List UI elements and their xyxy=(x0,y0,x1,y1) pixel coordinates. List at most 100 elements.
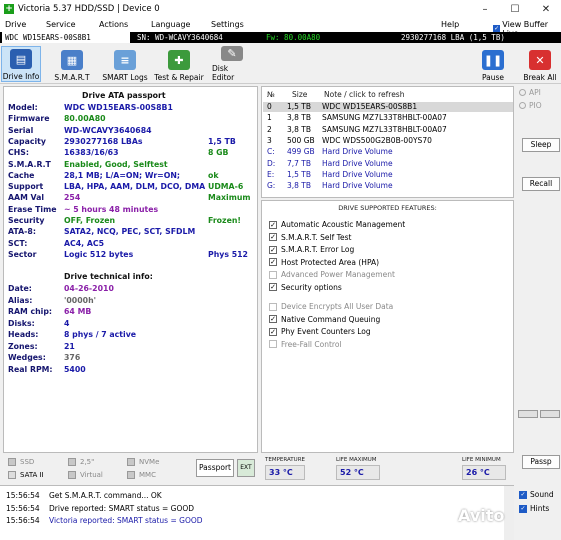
menu-help[interactable]: Help xyxy=(441,20,459,29)
feature-label: Device Encrypts All User Data xyxy=(281,302,394,311)
tech-row: Wedges: 376 xyxy=(4,352,257,363)
recall-button[interactable]: Recall xyxy=(522,177,560,191)
drive-info-button[interactable]: ▤ Drive Info xyxy=(1,46,41,82)
drive-note: Hard Drive Volume xyxy=(322,181,393,191)
passport-value: 254 xyxy=(64,193,81,203)
drive-row[interactable]: G: 3,8 TB Hard Drive Volume xyxy=(263,181,513,191)
sound-toggle[interactable]: ✓ Sound xyxy=(519,490,554,499)
tech-value: 5400 xyxy=(64,364,86,374)
indicator-icon xyxy=(68,471,76,479)
log-message: Victoria reported: SMART status = GOOD xyxy=(49,516,203,525)
col-num-header[interactable]: № xyxy=(267,90,275,100)
drive-row[interactable]: 1 3,8 TB SAMSUNG MZ7L33T8HBLT-00A07 xyxy=(263,113,513,123)
feature-checkbox[interactable]: ✓ Phy Event Counters Log xyxy=(269,326,371,337)
hints-toggle[interactable]: ✓ Hints xyxy=(519,504,549,513)
feature-checkbox[interactable]: Device Encrypts All User Data xyxy=(269,301,393,312)
passport-title-row: Drive ATA passport xyxy=(4,90,257,101)
tech-value: 8 phys / 7 active xyxy=(64,330,137,339)
feature-checkbox[interactable]: ✓ Host Protected Area (HPA) xyxy=(269,257,379,268)
passport-key: Serial xyxy=(8,125,34,135)
passport-row: Cache 28,1 MB; L/A=ON; Wr=ON; ok xyxy=(4,170,257,181)
feature-checkbox[interactable]: Advanced Power Management xyxy=(269,269,395,280)
passport-value: 28,1 MB; L/A=ON; Wr=ON; xyxy=(64,170,180,180)
drive-row[interactable]: 2 3,8 TB SAMSUNG MZ7L33T8HBLT-00A07 xyxy=(263,125,513,135)
feature-checkbox[interactable]: ✓ S.M.A.R.T. Self Test xyxy=(269,232,351,243)
checkbox-checked-icon: ✓ xyxy=(519,504,527,513)
ext-button[interactable]: EXT xyxy=(237,459,255,477)
slider-handle-right[interactable] xyxy=(540,410,560,418)
ata-passport-panel: Drive ATA passport Model: WDC WD15EARS-00… xyxy=(3,86,258,453)
maximize-button[interactable]: ☐ xyxy=(500,0,530,18)
smart-button[interactable]: ▦ S.M.A.R.T xyxy=(52,46,92,82)
menu-service[interactable]: Service xyxy=(46,20,76,29)
indicator-icon xyxy=(127,458,135,466)
passport-key: S.M.A.R.T xyxy=(8,159,51,169)
drive-info-icon: ▤ xyxy=(10,49,32,69)
checkbox-checked-icon: ✓ xyxy=(269,258,277,266)
log-time: 15:56:54 xyxy=(6,503,40,513)
menu-settings[interactable]: Settings xyxy=(211,20,244,29)
passport-key: AAM Val xyxy=(8,193,45,203)
minimize-button[interactable]: – xyxy=(470,0,500,18)
passport-value: Logic 512 bytes xyxy=(64,249,134,259)
tech-row: Real RPM: 5400 xyxy=(4,364,257,375)
menu-bar: Drive Service Actions Language Settings … xyxy=(0,18,561,38)
pio-radio[interactable]: PIO xyxy=(519,101,542,110)
drive-num: 1 xyxy=(267,113,272,123)
pause-button[interactable]: ❚❚ Pause xyxy=(477,46,509,82)
log-time: 15:56:54 xyxy=(6,516,40,525)
drive-note: Hard Drive Volume xyxy=(322,147,393,157)
drive-row[interactable]: D: 7,7 TB Hard Drive Volume xyxy=(263,159,513,169)
drive-row[interactable]: C: 499 GB Hard Drive Volume xyxy=(263,147,513,157)
drive-size: 3,8 TB xyxy=(287,181,312,191)
passport-extra: Phys 512 xyxy=(208,249,248,259)
passport-key: Security xyxy=(8,216,45,225)
tech-key: Wedges: xyxy=(8,353,46,362)
checkbox-checked-icon: ✓ xyxy=(269,315,277,323)
col-size-header[interactable]: Size xyxy=(292,90,307,100)
passport-key: SCT: xyxy=(8,238,28,248)
break-all-label: Break All xyxy=(523,73,557,82)
col-note-header[interactable]: Note / click to refresh xyxy=(324,90,404,100)
slider-handle-left[interactable] xyxy=(518,410,538,418)
features-panel: DRIVE SUPPORTED FEATURES: ✓ Automatic Aco… xyxy=(261,200,514,453)
feature-checkbox[interactable]: Free-Fall Control xyxy=(269,339,342,350)
indicator-icon xyxy=(8,458,16,466)
passport-extra: ok xyxy=(208,170,219,180)
log-scrollbar[interactable] xyxy=(504,486,514,540)
menu-language[interactable]: Language xyxy=(151,20,190,29)
smart-logs-button[interactable]: ≡ SMART Logs xyxy=(100,46,150,82)
passport-value: 80.00A80 xyxy=(64,114,106,124)
test-repair-button[interactable]: ✚ Test & Repair xyxy=(154,46,204,82)
menu-drive[interactable]: Drive xyxy=(5,20,26,29)
passport-row: Firmware 80.00A80 xyxy=(4,113,257,124)
device-lba: 2930277168 LBA (1,5 TB) xyxy=(401,33,505,42)
close-button[interactable]: ✕ xyxy=(531,0,561,18)
smart-label: S.M.A.R.T xyxy=(54,73,90,82)
sleep-button[interactable]: Sleep xyxy=(522,138,560,152)
bottom-bar: SSD SATA II 2,5" Virtual NVMe MMC Passpo… xyxy=(0,454,561,484)
disk-editor-button[interactable]: ✎ Disk Editor xyxy=(212,46,252,82)
log-message: Get S.M.A.R.T. command... OK xyxy=(49,491,162,500)
checkbox-checked-icon: ✓ xyxy=(269,283,277,291)
feature-checkbox[interactable]: ✓ Security options xyxy=(269,282,342,293)
feature-checkbox[interactable]: ✓ Native Command Queuing xyxy=(269,314,380,325)
drive-list: № Size Note / click to refresh 0 1,5 TB WD… xyxy=(261,86,514,198)
device-bar: WDC WD15EARS-00S8B1 SN: WD-WCAVY3640684 … xyxy=(0,32,561,43)
feature-checkbox[interactable]: ✓ Automatic Acoustic Management xyxy=(269,219,405,230)
drive-size: 3,8 TB xyxy=(287,124,312,134)
checkbox-checked-icon: ✓ xyxy=(269,220,277,229)
menu-actions[interactable]: Actions xyxy=(99,20,128,29)
break-all-button[interactable]: ✕ Break All xyxy=(522,46,558,82)
passport-button[interactable]: Passport xyxy=(196,459,234,477)
feature-checkbox[interactable]: ✓ S.M.A.R.T. Error Log xyxy=(269,244,354,255)
passport-value: Enabled, Good, Selftest xyxy=(64,159,168,169)
pause-label: Pause xyxy=(481,73,505,82)
drive-row[interactable]: 3 500 GB WDC WDS500G2B0B-00YS70 xyxy=(263,136,513,146)
passport-row: SCT: AC4, AC5 xyxy=(4,238,257,249)
passport-value: OFF, Frozen xyxy=(64,216,116,225)
drive-note: Hard Drive Volume xyxy=(322,169,393,179)
drive-row[interactable]: 0 1,5 TB WDC WD15EARS-00S8B1 xyxy=(263,102,513,112)
drive-row[interactable]: E: 1,5 TB Hard Drive Volume xyxy=(263,170,513,180)
api-radio[interactable]: API xyxy=(519,88,541,97)
